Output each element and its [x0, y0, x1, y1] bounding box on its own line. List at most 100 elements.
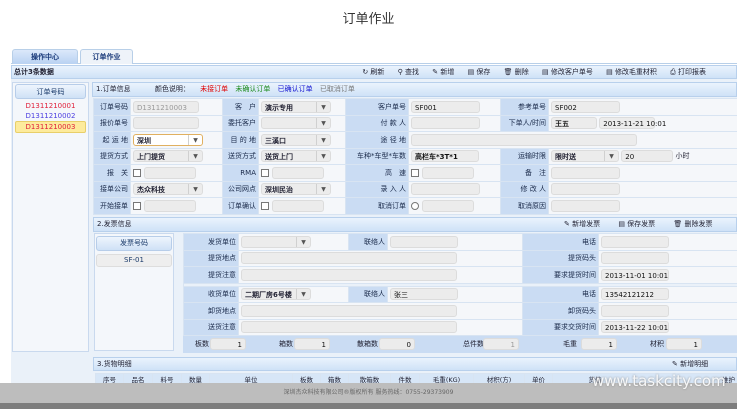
- customer-no-field[interactable]: SF001: [411, 100, 480, 113]
- customs-checkbox[interactable]: [133, 168, 141, 177]
- record-count: 总计3条数据: [14, 68, 54, 76]
- order-no-field[interactable]: D1311210003: [133, 100, 199, 113]
- ship-unit-select[interactable]: ▼: [241, 235, 311, 248]
- field-label: 委托客户: [222, 114, 259, 132]
- entry-person-field[interactable]: [411, 183, 480, 196]
- save-invoice-button[interactable]: ▤ 保存发票: [618, 218, 655, 231]
- delete-button[interactable]: 🗑 删除: [504, 66, 529, 78]
- edit-icon: ▤: [606, 68, 615, 76]
- quote-no-field[interactable]: [133, 117, 199, 130]
- branch-select[interactable]: 深圳民治 ▼: [261, 183, 331, 196]
- unload-address-field[interactable]: [241, 304, 457, 317]
- delete-icon: 🗑: [673, 220, 685, 228]
- add-invoice-button[interactable]: ✎ 新增发票: [564, 218, 600, 231]
- chevron-down-icon: ▼: [188, 184, 202, 195]
- field-label: 收货单位: [183, 285, 239, 303]
- pickup-dock-field[interactable]: [601, 252, 669, 265]
- invoice-item[interactable]: SF-01: [96, 254, 172, 267]
- company-select[interactable]: 杰众科技 ▼: [133, 183, 203, 196]
- delivery-method-select[interactable]: 送货上门 ▼: [261, 150, 331, 163]
- receive-phone-field[interactable]: 13542121212: [601, 288, 669, 301]
- section-title: 2.发票信息: [97, 220, 132, 228]
- pickup-method-select[interactable]: 上门提货 ▼: [133, 150, 203, 163]
- field-label: 参考单号: [500, 98, 549, 116]
- origin-select[interactable]: 深圳 ▼: [133, 133, 203, 146]
- order-form: 订单号码 D1311210003 客 户 演示专用 ▼ 客户单号 SF001 参考…: [93, 98, 737, 215]
- field-label: 联络人: [348, 233, 388, 251]
- field-label: 开始接单: [93, 197, 131, 215]
- confirm-field[interactable]: [272, 199, 324, 212]
- cancel-field[interactable]: [422, 199, 474, 212]
- add-icon: ✎: [672, 360, 681, 368]
- invoice-list: 发票号码 SF-01: [94, 233, 174, 351]
- boxes-field[interactable]: 1: [294, 338, 330, 350]
- legend-confirmed: 已确认订单: [277, 85, 313, 93]
- consign-customer-select[interactable]: ▼: [261, 117, 331, 130]
- chevron-down-icon: ▼: [316, 134, 330, 145]
- via-field[interactable]: [411, 133, 637, 146]
- print-report-button[interactable]: ⎙ 打印报表: [670, 66, 706, 78]
- deliver-note-field[interactable]: [241, 321, 457, 334]
- order-item-selected[interactable]: D1311210003: [15, 121, 86, 133]
- ship-contact-field[interactable]: [390, 235, 458, 248]
- pallets-field[interactable]: 1: [210, 338, 246, 350]
- transit-limit-select[interactable]: 限时送 ▼: [551, 150, 619, 163]
- weight-field[interactable]: 1: [581, 338, 617, 350]
- customer-select[interactable]: 演示专用 ▼: [261, 100, 331, 113]
- field-label: 提货地点: [183, 249, 239, 267]
- vehicle-field[interactable]: 高栏车*3T*1: [411, 150, 479, 163]
- unload-dock-field[interactable]: [601, 304, 669, 317]
- edit-icon: ▤: [542, 68, 551, 76]
- customs-field[interactable]: [144, 166, 196, 179]
- cancel-reason-field[interactable]: [551, 199, 620, 212]
- save-button[interactable]: ▤ 保存: [468, 66, 491, 78]
- payer-field[interactable]: [411, 117, 480, 130]
- field-label: 起 运 地: [93, 131, 131, 149]
- ship-phone-field[interactable]: [601, 235, 669, 248]
- refresh-button[interactable]: ↻ 刷新: [362, 66, 384, 78]
- field-label: 取消订单: [345, 197, 409, 215]
- rma-field[interactable]: [272, 166, 324, 179]
- deliver-time-field[interactable]: 2013-11-22 10:01: [601, 321, 669, 334]
- pickup-time-field[interactable]: 2013-11-01 10:01: [601, 268, 669, 281]
- start-field[interactable]: [144, 199, 196, 212]
- pickup-note-field[interactable]: [241, 268, 457, 281]
- field-label: 发货单位: [183, 233, 239, 251]
- reference-no-field[interactable]: SF002: [551, 100, 620, 113]
- highway-field[interactable]: [422, 166, 474, 179]
- modifier-field[interactable]: [551, 183, 620, 196]
- confirm-checkbox[interactable]: [261, 201, 269, 210]
- receive-unit-select[interactable]: 二期厂房6号楼 ▼: [241, 288, 311, 301]
- pickup-address-field[interactable]: [241, 252, 457, 265]
- destination-select[interactable]: 三溪口 ▼: [261, 133, 331, 146]
- order-list-header[interactable]: 订单号码: [15, 84, 86, 99]
- search-button[interactable]: ⚲ 查找: [398, 66, 419, 78]
- add-button[interactable]: ✎ 新增: [432, 66, 454, 78]
- start-checkbox[interactable]: [133, 201, 141, 210]
- chevron-down-icon: ▼: [296, 236, 310, 247]
- receive-contact-field[interactable]: 张三: [390, 288, 458, 301]
- field-label: 报 关: [93, 164, 131, 182]
- delete-invoice-button[interactable]: 🗑 删除发票: [673, 218, 712, 231]
- tab-order-operation[interactable]: 订单作业: [80, 49, 133, 64]
- remark-field[interactable]: [551, 166, 620, 179]
- volume-field[interactable]: 1: [666, 338, 702, 350]
- rma-checkbox[interactable]: [261, 168, 269, 177]
- add-detail-button[interactable]: ✎ 新增明细: [672, 358, 708, 370]
- tab-operation-center[interactable]: 操作中心: [12, 49, 78, 64]
- placed-time-field[interactable]: 2013-11-21 10:01: [599, 117, 666, 130]
- field-label: 提货注意: [183, 266, 239, 284]
- field-label: 要求提货时间: [522, 266, 599, 284]
- placer-field[interactable]: 王五: [551, 117, 597, 130]
- cancel-radio[interactable]: [411, 201, 419, 210]
- invoice-form: 发货单位 ▼ 联络人 电话 提货地点 提货码头 提货注意 要求提货时间 2013…: [183, 233, 737, 336]
- highway-checkbox[interactable]: [411, 168, 419, 177]
- order-item[interactable]: D1311210001: [15, 101, 86, 111]
- invoice-list-header[interactable]: 发票号码: [96, 236, 172, 251]
- order-item[interactable]: D1311210002: [15, 111, 86, 121]
- loose-boxes-field[interactable]: 0: [379, 338, 415, 350]
- edit-customer-no-button[interactable]: ▤ 修改客户单号: [542, 66, 593, 78]
- transit-hours-field[interactable]: 20: [621, 150, 674, 163]
- goods-detail-header: 3.货物明细 ✎ 新增明细: [93, 357, 737, 371]
- edit-weight-volume-button[interactable]: ▤ 修改毛重材积: [606, 66, 657, 78]
